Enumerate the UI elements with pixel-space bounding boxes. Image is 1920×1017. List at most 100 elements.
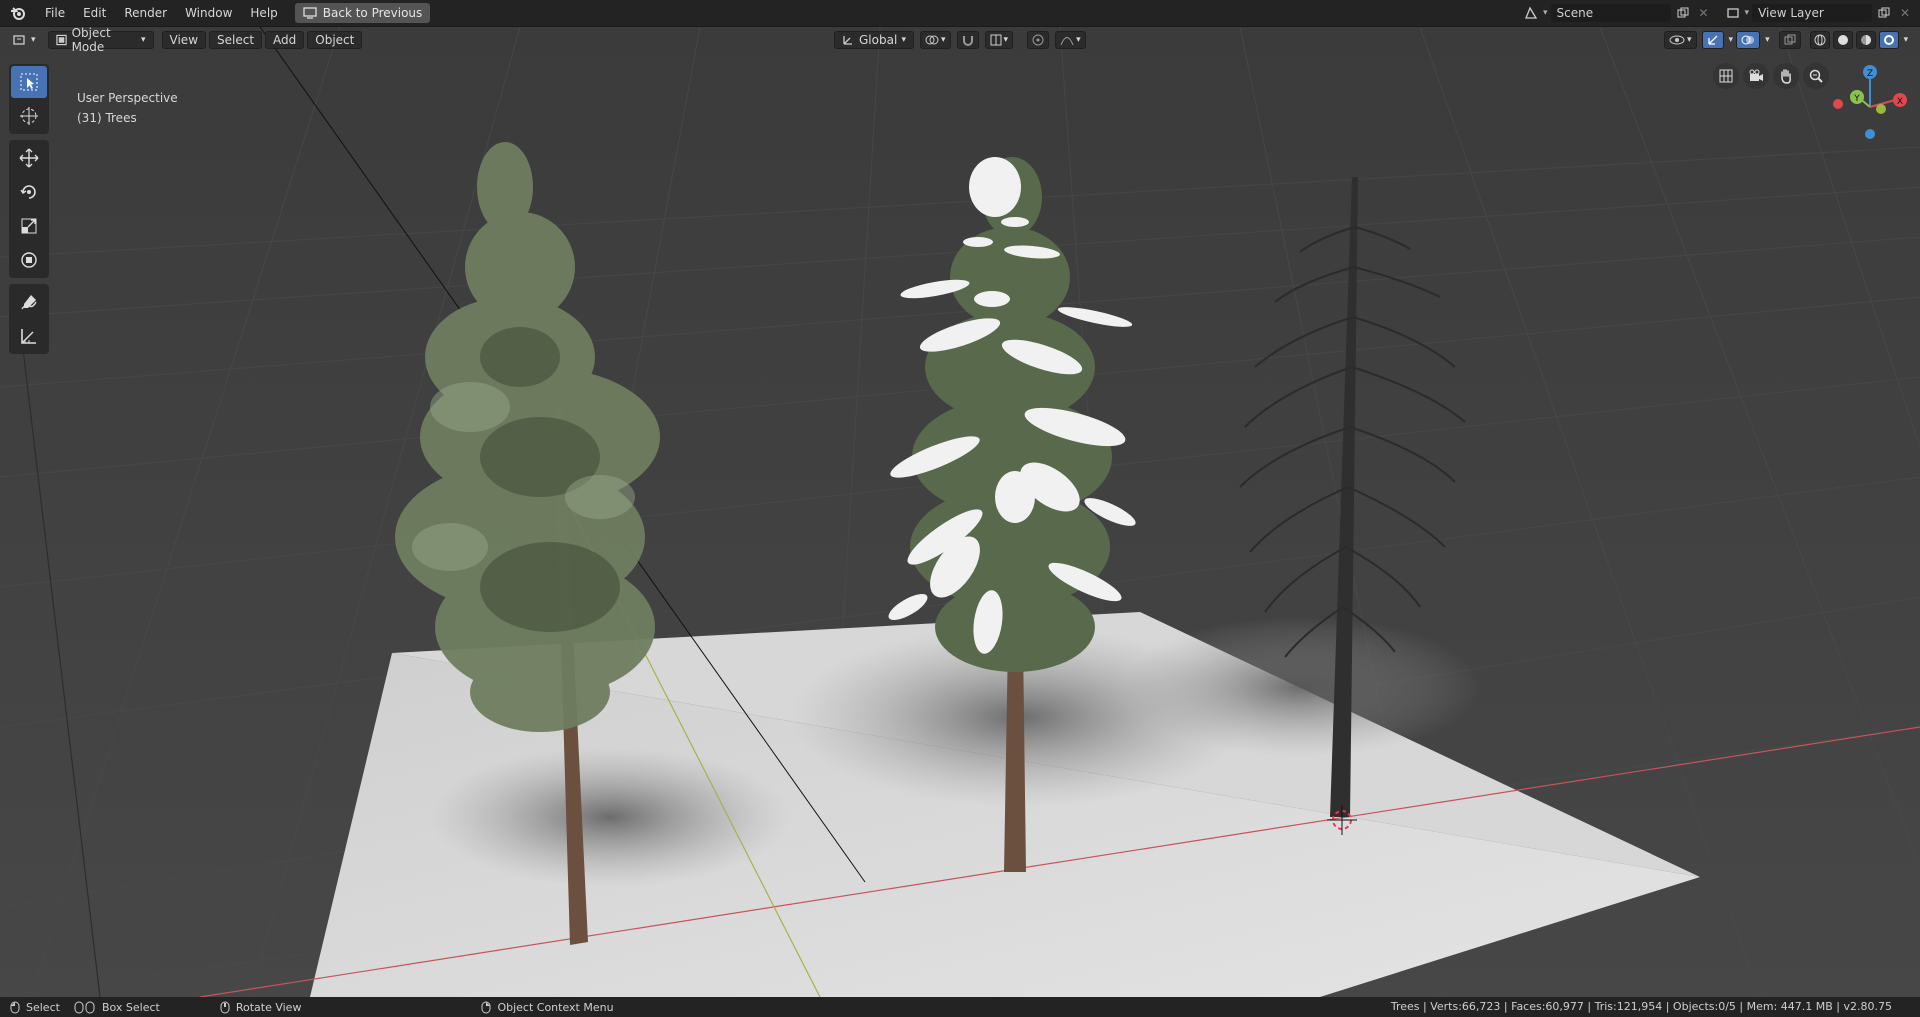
menu-help[interactable]: Help — [241, 3, 286, 23]
object-menu[interactable]: Object — [307, 31, 363, 49]
view-menu[interactable]: View — [161, 31, 207, 49]
pivot-icon — [925, 35, 939, 45]
status-select-hint: Select — [10, 1001, 60, 1014]
orientation-icon — [843, 36, 852, 45]
object-mode-dropdown[interactable]: Object Mode ▾ — [47, 26, 154, 54]
cursor-tool[interactable] — [11, 100, 47, 132]
measure-tool[interactable] — [11, 320, 47, 352]
transform-icon — [21, 252, 37, 268]
status-context-menu-hint: Object Context Menu — [481, 1000, 614, 1014]
solid-sphere-icon — [1837, 35, 1848, 45]
rotate-tool[interactable] — [11, 176, 47, 208]
menu-file[interactable]: File — [36, 3, 74, 23]
zoom-view-button[interactable] — [1803, 63, 1829, 89]
object-mode-icon — [55, 34, 67, 46]
transform-tool[interactable] — [11, 244, 47, 276]
annotate-icon — [21, 295, 37, 310]
pan-view-button[interactable] — [1773, 63, 1799, 89]
viewport-info: User Perspective (31) Trees — [77, 88, 178, 128]
editor-type-icon — [13, 35, 25, 45]
snap-target-dropdown[interactable]: ▾ — [984, 31, 1014, 49]
mouse-middle-icon — [220, 1001, 230, 1013]
select-box-tool[interactable] — [11, 66, 47, 98]
xray-toggle[interactable] — [1778, 31, 1801, 49]
chevron-down-icon: ▾ — [941, 35, 946, 45]
chevron-down-icon[interactable]: ▾ — [1729, 35, 1734, 45]
3d-viewport[interactable]: Z X Y User Perspective (31) Trees — [0, 27, 1920, 997]
scene-name: Scene — [1556, 6, 1594, 20]
select-box-icon — [20, 73, 38, 91]
status-context-menu-label: Object Context Menu — [497, 1000, 614, 1014]
menu-render[interactable]: Render — [115, 3, 176, 23]
menu-edit[interactable]: Edit — [74, 3, 115, 23]
measure-icon — [21, 329, 36, 344]
status-select-label: Select — [26, 1000, 60, 1014]
proportional-edit-icon — [1032, 34, 1044, 46]
tool-group-select — [9, 64, 49, 134]
transform-orientation-dropdown[interactable]: Global ▾ — [834, 31, 914, 49]
gizmo-toggle[interactable] — [1701, 31, 1724, 49]
proportional-edit-toggle[interactable] — [1027, 31, 1050, 49]
status-box-select-hint: Box Select — [74, 1001, 160, 1014]
close-scene-icon[interactable]: ✕ — [1695, 4, 1713, 22]
editor-type-button[interactable]: ▾ — [9, 31, 40, 49]
duplicate-scene-icon[interactable] — [1674, 4, 1692, 22]
rendered-sphere-icon — [1883, 35, 1894, 45]
cursor-icon — [20, 107, 38, 125]
back-to-previous-button[interactable]: Back to Previous — [294, 3, 431, 23]
mouse-left-icon — [10, 1001, 20, 1013]
screen-icon — [303, 7, 317, 19]
rotate-icon — [20, 185, 36, 199]
tool-shelf — [9, 64, 49, 360]
viewport-header: ▾ Object Mode ▾ View Select Add Object G… — [0, 26, 1920, 54]
toggle-ortho-button[interactable] — [1713, 63, 1739, 89]
scale-icon — [21, 218, 37, 234]
active-collection: (31) Trees — [77, 111, 137, 125]
chevron-down-icon: ▾ — [141, 35, 146, 45]
view-layer-field[interactable]: View Layer — [1752, 4, 1873, 22]
status-box-select-label: Box Select — [101, 1000, 160, 1014]
overlays-icon — [1741, 35, 1755, 45]
tool-group-transform — [9, 140, 49, 278]
shading-solid-button[interactable] — [1832, 31, 1853, 49]
snap-toggle[interactable] — [956, 31, 979, 49]
status-rotate-label: Rotate View — [235, 1000, 302, 1014]
falloff-dropdown[interactable]: ▾ — [1055, 31, 1086, 49]
grid-view-icon — [1719, 69, 1733, 83]
status-rotate-hint: Rotate View — [220, 1000, 302, 1014]
camera-view-button[interactable] — [1743, 63, 1769, 89]
duplicate-view-layer-icon[interactable] — [1875, 4, 1893, 22]
annotate-tool[interactable] — [11, 286, 47, 318]
close-view-layer-icon[interactable]: ✕ — [1896, 4, 1914, 22]
chevron-down-icon: ▾ — [1076, 35, 1081, 45]
gizmo-y-label: Y — [1853, 94, 1860, 104]
move-tool[interactable] — [11, 142, 47, 174]
shading-material-button[interactable] — [1855, 31, 1876, 49]
snap-increment-icon — [990, 34, 1002, 46]
object-visibility-dropdown[interactable]: ▾ — [1664, 31, 1697, 49]
scale-tool[interactable] — [11, 210, 47, 242]
viewport-navigation — [1713, 63, 1829, 89]
mouse-drag-icon — [74, 1001, 95, 1013]
shading-wireframe-button[interactable] — [1809, 31, 1830, 49]
menu-window[interactable]: Window — [176, 3, 241, 23]
chevron-down-icon[interactable]: ▾ — [1745, 8, 1750, 18]
view-layer-icon[interactable] — [1724, 4, 1742, 22]
chevron-down-icon: ▾ — [31, 35, 36, 45]
gizmo-z-label: Z — [1867, 69, 1873, 79]
chevron-down-icon[interactable]: ▾ — [1543, 8, 1548, 18]
pivot-point-dropdown[interactable]: ▾ — [920, 31, 951, 49]
blender-logo-icon[interactable] — [8, 3, 28, 23]
chevron-down-icon[interactable]: ▾ — [1765, 35, 1770, 45]
overlays-toggle[interactable] — [1736, 31, 1761, 49]
select-menu[interactable]: Select — [209, 31, 263, 49]
top-menu-bar: File Edit Render Window Help Back to Pre… — [0, 0, 1920, 27]
scene-name-field[interactable]: Scene — [1550, 4, 1671, 22]
transform-orientation-label: Global — [859, 33, 898, 47]
shading-rendered-button[interactable] — [1878, 31, 1899, 49]
view-layer-name: View Layer — [1758, 6, 1824, 20]
back-to-previous-label: Back to Previous — [322, 6, 423, 20]
chevron-down-icon[interactable]: ▾ — [1904, 35, 1909, 45]
scene-icon[interactable] — [1522, 4, 1540, 22]
add-menu[interactable]: Add — [265, 31, 305, 49]
